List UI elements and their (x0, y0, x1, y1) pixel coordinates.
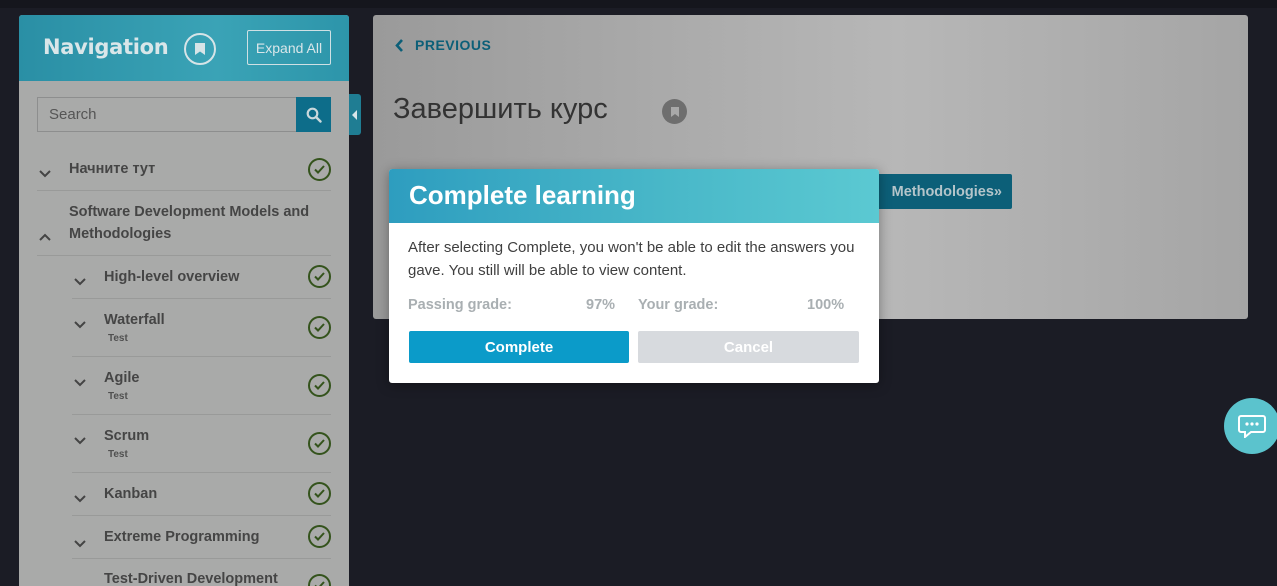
sidebar-item-label-line2: Methodologies (69, 226, 172, 242)
passing-grade-label: Passing grade: (408, 297, 512, 313)
sidebar-item-label: Kanban (104, 486, 158, 502)
check-circle-icon (308, 574, 331, 586)
sidebar-item-label: Waterfall (104, 312, 165, 328)
dialog-title: Complete learning (409, 180, 636, 210)
sidebar-item-sublabel: Test (108, 391, 128, 402)
sidebar-bookmark-button[interactable] (184, 33, 216, 65)
sidebar-item-extreme-programming[interactable]: Extreme Programming (72, 516, 331, 559)
chevron-up-icon[interactable] (38, 230, 52, 244)
sidebar-item-test-driven-development[interactable]: Test-Driven Development (72, 559, 331, 586)
bookmark-button[interactable] (662, 99, 687, 124)
dialog-header: Complete learning (389, 169, 879, 223)
navigation-sidebar: Navigation Expand All Search Начните тут… (19, 15, 349, 586)
page-title: Завершить курс (393, 93, 608, 125)
sidebar-item-label: Test-Driven Development (104, 571, 278, 586)
cancel-button[interactable]: Cancel (638, 331, 859, 363)
chevron-down-icon[interactable] (73, 537, 87, 551)
top-bar (0, 0, 1277, 8)
check-circle-icon (308, 525, 331, 548)
bookmark-icon (670, 106, 679, 117)
search-input[interactable]: Search (37, 97, 297, 132)
sidebar-item-sublabel: Test (108, 449, 128, 460)
check-circle-icon (308, 374, 331, 397)
chevron-down-icon[interactable] (38, 167, 52, 181)
previous-link[interactable]: PREVIOUS (395, 37, 491, 53)
sidebar-item-label: Scrum (104, 428, 150, 444)
check-circle-icon (308, 265, 331, 288)
sidebar-item-label: Начните тут (69, 161, 156, 177)
check-circle-icon (308, 316, 331, 339)
sidebar-header: Navigation Expand All (19, 15, 349, 81)
chevron-down-icon[interactable] (73, 275, 87, 289)
passing-grade-value: 97% (586, 297, 616, 313)
next-lesson-button[interactable]: Methodologies» (873, 174, 1012, 209)
chevron-down-icon[interactable] (73, 492, 87, 506)
search-icon (306, 107, 322, 123)
sidebar-collapse-button[interactable] (349, 94, 361, 135)
chevron-down-icon[interactable] (73, 434, 87, 448)
expand-all-button[interactable]: Expand All (247, 30, 331, 65)
complete-button[interactable]: Complete (409, 331, 629, 363)
chat-icon (1238, 415, 1266, 438)
chat-button[interactable] (1224, 398, 1277, 454)
check-circle-icon (308, 482, 331, 505)
sidebar-item-sublabel: Test (108, 333, 128, 344)
your-grade-value: 100% (807, 297, 845, 313)
sidebar-item-label: Agile (104, 370, 140, 386)
chevron-down-icon[interactable] (73, 318, 87, 332)
sidebar-item-software-development-models[interactable]: Software Development Models and Methodol… (37, 191, 331, 256)
check-circle-icon (308, 432, 331, 455)
search-button[interactable] (296, 97, 331, 132)
sidebar-item-label-line1: Software Development Models and (69, 204, 310, 220)
sidebar-item-high-level-overview[interactable]: High-level overview (72, 256, 331, 299)
dialog-message: After selecting Complete, you won't be a… (408, 239, 855, 279)
sidebar-item-scrum[interactable]: Scrum Test (72, 415, 331, 473)
complete-learning-dialog: Complete learning After selecting Comple… (389, 169, 879, 383)
check-circle-icon (308, 158, 331, 181)
chevron-down-icon[interactable] (73, 376, 87, 390)
sidebar-item-waterfall[interactable]: Waterfall Test (72, 299, 331, 357)
sidebar-item-label: High-level overview (104, 269, 240, 285)
sidebar-item-nachnite-tut[interactable]: Начните тут (37, 152, 331, 191)
previous-label: PREVIOUS (415, 37, 492, 53)
chevron-left-icon (352, 109, 357, 120)
sidebar-item-agile[interactable]: Agile Test (72, 357, 331, 415)
sidebar-item-label: Extreme Programming (104, 529, 260, 545)
your-grade-label: Your grade: (638, 297, 719, 313)
sidebar-item-kanban[interactable]: Kanban (72, 473, 331, 516)
sidebar-title: Navigation (43, 35, 169, 59)
bookmark-icon (195, 43, 205, 55)
chevron-left-icon (395, 38, 403, 52)
